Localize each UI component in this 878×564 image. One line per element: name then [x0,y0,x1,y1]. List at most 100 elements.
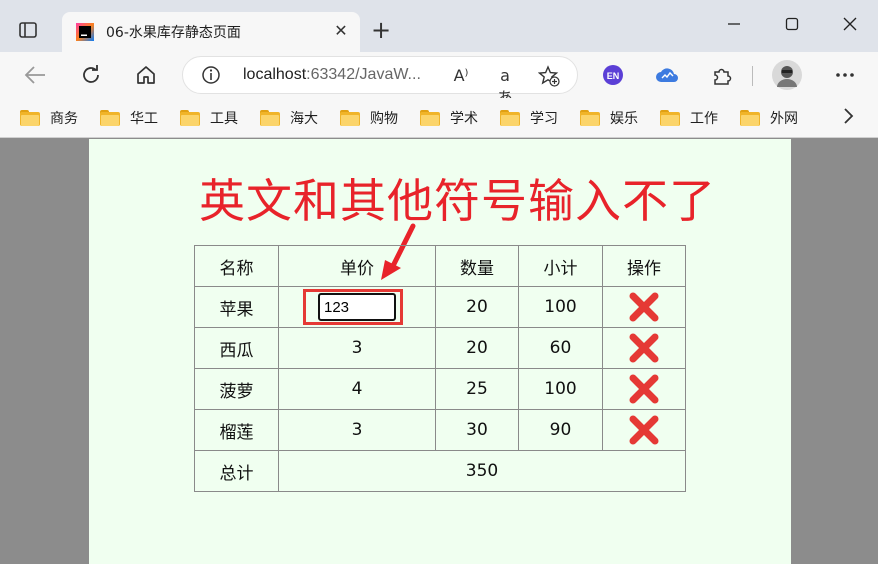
total-value: 350 [278,450,686,492]
price[interactable]: 4 [278,368,436,410]
subtotal: 90 [518,409,603,451]
minimize-icon[interactable] [722,14,746,38]
address-bar[interactable]: localhost:63342/JavaW... A⁾ aあ [182,56,578,107]
url-text[interactable]: localhost:63342/JavaW... [243,66,421,84]
bookmark-label: 海大 [290,111,318,127]
annotation-highlight-box [303,289,403,325]
column-header: 数量 [435,245,519,287]
bookmark-label: 学习 [530,111,558,127]
more-menu-icon[interactable] [832,62,858,88]
quantity: 20 [435,286,519,328]
bookmark-label: 学术 [450,111,478,127]
price[interactable]: 3 [278,409,436,451]
extension-en-label: EN [607,71,620,81]
delete-cell [602,409,686,451]
subtotal: 60 [518,327,603,369]
annotation-headline: 英文和其他符号输入不了 [199,174,716,228]
folder-icon [740,110,760,126]
bookmark-label: 外网 [770,111,798,127]
folder-icon [500,110,520,126]
bookmarks-bar: 商务 华工 工具 海大 购物 学术 学习 娱乐 工作 外网 [0,98,878,138]
bookmark-label: 工作 [690,111,718,127]
folder-icon [260,110,280,126]
fruit-name: 西瓜 [194,327,279,369]
folder-icon [660,110,680,126]
total-label: 总计 [194,450,279,492]
bookmark-folder[interactable]: 工具 [180,107,238,129]
tab-strip: 06-水果库存静态页面 ✕ + [0,0,878,52]
column-header: 名称 [194,245,279,287]
bookmark-label: 娱乐 [610,111,638,127]
read-aloud-icon[interactable]: A⁾ [449,65,473,87]
bookmark-label: 工具 [210,111,238,127]
bookmark-label: 华工 [130,111,158,127]
bookmark-label: 购物 [370,111,398,127]
subtotal: 100 [518,368,603,410]
delete-x-icon[interactable] [627,290,661,324]
delete-cell [602,368,686,410]
delete-x-icon[interactable] [627,331,661,365]
bookmark-folder[interactable]: 海大 [260,107,318,129]
tab-close-icon[interactable]: ✕ [330,20,352,42]
column-header: 操作 [602,245,686,287]
toolbar-divider [752,66,753,86]
table-row: 西瓜 3 20 60 [194,327,686,369]
quantity: 25 [435,368,519,410]
quantity: 30 [435,409,519,451]
back-icon[interactable] [22,62,48,88]
fruit-name: 榴莲 [194,409,279,451]
profile-avatar[interactable] [772,60,802,90]
tab-actions-icon[interactable] [17,20,39,40]
browser-tab[interactable]: 06-水果库存静态页面 ✕ [62,12,360,52]
bookmark-folder[interactable]: 外网 [740,107,798,129]
translate-extension-icon[interactable]: EN [600,62,626,88]
refresh-icon[interactable] [78,62,104,88]
folder-icon [100,110,120,126]
price-cell-editing [278,286,436,328]
folder-icon [20,110,40,126]
browser-toolbar: localhost:63342/JavaW... A⁾ aあ EN [0,52,878,107]
delete-cell [602,286,686,328]
bookmark-folder[interactable]: 学术 [420,107,478,129]
table-total-row: 总计 350 [194,450,686,492]
quantity: 20 [435,327,519,369]
page-content: 英文和其他符号输入不了 名称 单价 数量 小计 操作 苹果 20 100 西瓜 … [89,139,791,564]
bookmark-folder[interactable]: 商务 [20,107,78,129]
column-header: 单价 [278,245,436,287]
url-host: localhost [243,66,307,83]
delete-x-icon[interactable] [627,372,661,406]
folder-icon [420,110,440,126]
table-row: 榴莲 3 30 90 [194,409,686,451]
price[interactable]: 3 [278,327,436,369]
extensions-puzzle-icon[interactable] [709,62,735,88]
subtotal: 100 [518,286,603,328]
url-path: :63342/JavaW... [306,66,421,83]
jetbrains-favicon-icon [76,23,94,41]
bookmark-folder[interactable]: 华工 [100,107,158,129]
bookmark-folder[interactable]: 娱乐 [580,107,638,129]
maximize-icon[interactable] [780,14,804,38]
delete-cell [602,327,686,369]
folder-icon [340,110,360,126]
translate-icon[interactable]: aあ [493,65,517,107]
home-icon[interactable] [133,62,159,88]
folder-icon [580,110,600,126]
favorite-star-icon[interactable] [537,65,561,87]
fruit-name: 菠萝 [194,368,279,410]
folder-icon [180,110,200,126]
new-tab-button[interactable]: + [368,18,394,44]
table-row: 苹果 20 100 [194,286,686,328]
bookmark-folder[interactable]: 学习 [500,107,558,129]
table-row: 菠萝 4 25 100 [194,368,686,410]
fruit-inventory-table: 名称 单价 数量 小计 操作 苹果 20 100 西瓜 3 20 60 菠萝 4 [194,245,686,492]
site-info-icon[interactable] [201,65,221,85]
bookmark-folder[interactable]: 购物 [340,107,398,129]
table-header-row: 名称 单价 数量 小计 操作 [194,245,686,287]
cloud-extension-icon[interactable] [654,62,680,88]
page-gutter [0,139,89,564]
bookmarks-overflow-chevron-icon[interactable] [838,106,858,130]
window-close-icon[interactable] [838,14,862,38]
delete-x-icon[interactable] [627,413,661,447]
column-header: 小计 [518,245,603,287]
bookmark-folder[interactable]: 工作 [660,107,718,129]
